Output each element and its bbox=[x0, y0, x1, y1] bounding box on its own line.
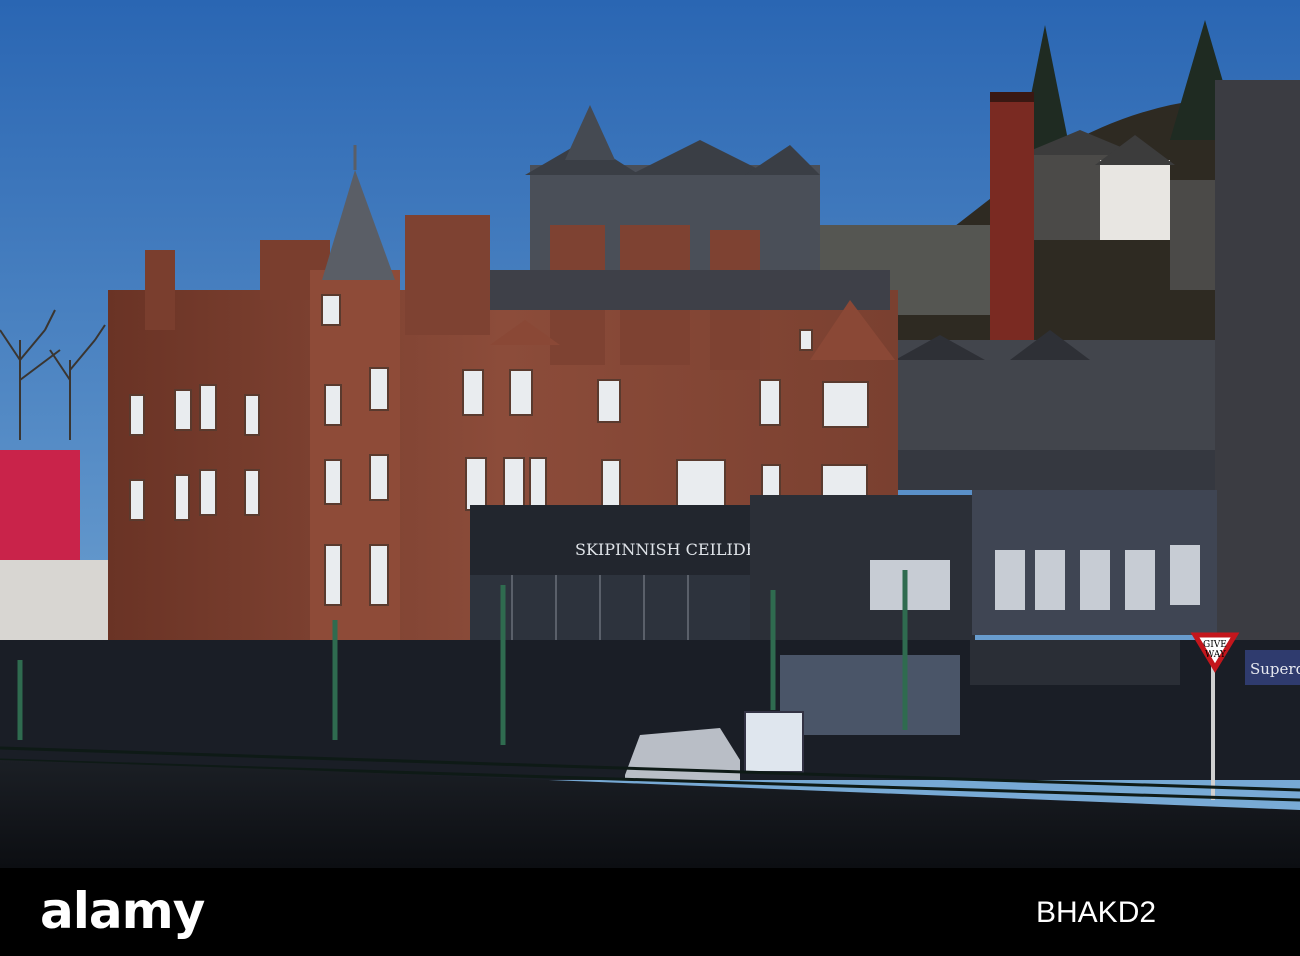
shop-sign-text: Superd bbox=[1250, 660, 1300, 678]
pink-building bbox=[0, 450, 80, 560]
shop-sign-right: Superd bbox=[1245, 650, 1300, 685]
street-photo: SKIPINNISH CEILIDH HOUSE GIVE WAY Superd bbox=[0, 0, 1300, 868]
alamy-logo: alamy bbox=[40, 882, 205, 940]
industrial-chimney bbox=[990, 92, 1034, 352]
give-way-line2: WAY bbox=[1205, 650, 1227, 660]
give-way-line1: GIVE bbox=[1203, 640, 1227, 650]
info-board bbox=[744, 711, 804, 773]
ceilidh-house-building: SKIPINNISH CEILIDH HOUSE bbox=[470, 490, 1217, 645]
image-id-label: BHAKD2 bbox=[1036, 896, 1157, 929]
photo-stage: SKIPINNISH CEILIDH HOUSE GIVE WAY Superd… bbox=[0, 0, 1300, 956]
distillery-buildings bbox=[890, 330, 1225, 490]
